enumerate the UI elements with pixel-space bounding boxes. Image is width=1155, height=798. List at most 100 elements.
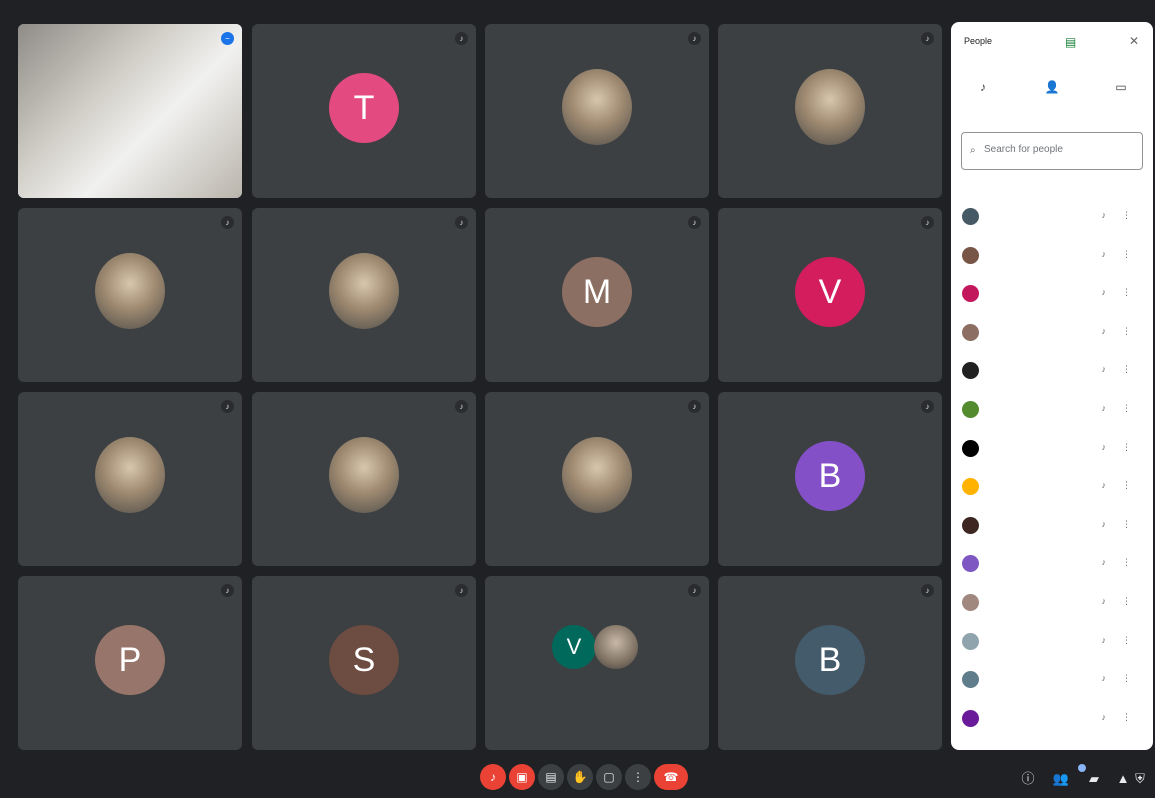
- mic-muted-icon[interactable]: ♪: [1102, 596, 1107, 606]
- more-options-icon[interactable]: ⋮: [1122, 249, 1131, 260]
- mic-muted-icon[interactable]: ♪: [1102, 519, 1107, 529]
- mic-muted-icon: ♪: [688, 400, 701, 413]
- bottom-bar: ♪ ▣ ▤ ✋ ▢ ⋮ ☎ ⓘ 👥 ▰ ▲ ⛨: [0, 752, 1155, 798]
- activities-button[interactable]: ▲: [1114, 770, 1132, 788]
- person-avatar: [962, 323, 979, 341]
- more-options-icon[interactable]: ⋮: [1122, 596, 1131, 607]
- participant-tile[interactable]: ♪: [718, 24, 942, 198]
- mic-muted-icon[interactable]: ♪: [1102, 403, 1107, 413]
- close-icon[interactable]: ✕: [1129, 34, 1139, 48]
- participant-tile[interactable]: ♪: [252, 392, 476, 566]
- participant-tile[interactable]: ♪: [485, 24, 709, 198]
- participant-tile[interactable]: ♪: [18, 392, 242, 566]
- add-people-action[interactable]: 👤: [1020, 80, 1084, 100]
- mic-muted-icon[interactable]: ♪: [1102, 557, 1107, 567]
- participant-avatar: [95, 437, 165, 513]
- present-button[interactable]: ▢: [596, 764, 622, 790]
- tile-menu-icon[interactable]: −: [221, 32, 234, 45]
- person-row[interactable]: ♪ ⋮: [951, 700, 1153, 739]
- person-avatar: [962, 709, 979, 727]
- leave-call-button[interactable]: ☎: [654, 764, 688, 790]
- participant-tile[interactable]: P ♪: [18, 576, 242, 750]
- participant-tile[interactable]: ♪: [485, 392, 709, 566]
- mic-muted-icon[interactable]: ♪: [1102, 635, 1107, 645]
- participant-tile[interactable]: B ♪: [718, 576, 942, 750]
- participant-tile[interactable]: T ♪: [252, 24, 476, 198]
- mic-muted-icon[interactable]: ♪: [1102, 480, 1107, 490]
- more-options-icon[interactable]: ⋮: [1122, 403, 1131, 414]
- more-options-icon[interactable]: ⋮: [1122, 635, 1131, 646]
- document-icon[interactable]: ▤: [1065, 35, 1076, 49]
- more-options-icon[interactable]: ⋮: [1122, 712, 1131, 723]
- participant-avatar: T: [329, 73, 399, 143]
- person-row[interactable]: ♪ ⋮: [951, 430, 1153, 469]
- raise-hand-button[interactable]: ✋: [567, 764, 593, 790]
- shield-icon: ⛨: [1135, 771, 1145, 786]
- person-row[interactable]: ♪ ⋮: [951, 391, 1153, 430]
- participant-avatar: B: [795, 441, 865, 511]
- person-row[interactable]: ♪ ⋮: [951, 314, 1153, 353]
- mic-muted-icon: ♪: [455, 216, 468, 229]
- mic-muted-icon: ♪: [921, 584, 934, 597]
- security-button[interactable]: ⛨: [1131, 770, 1149, 788]
- person-avatar: [962, 208, 979, 225]
- participant-avatar: [562, 69, 632, 145]
- search-input[interactable]: ⌕ Search for people: [961, 132, 1143, 170]
- person-row[interactable]: ♪ ⋮: [951, 661, 1153, 700]
- mute-all-action[interactable]: ♪: [951, 80, 1015, 100]
- person-row[interactable]: ♪ ⋮: [951, 275, 1153, 314]
- more-options-icon[interactable]: ⋮: [1122, 326, 1131, 337]
- more-options-button[interactable]: ⋮: [625, 764, 651, 790]
- mic-muted-icon[interactable]: ♪: [1102, 210, 1107, 220]
- more-options-icon[interactable]: ⋮: [1122, 210, 1131, 221]
- person-row[interactable]: ♪ ⋮: [951, 352, 1153, 391]
- mic-muted-icon[interactable]: ♪: [1102, 442, 1107, 452]
- person-row[interactable]: ♪ ⋮: [951, 507, 1153, 546]
- participant-tile[interactable]: −: [18, 24, 242, 198]
- mic-muted-icon: ♪: [688, 216, 701, 229]
- mic-muted-icon[interactable]: ♪: [1102, 712, 1107, 722]
- info-button[interactable]: ⓘ: [1019, 770, 1037, 788]
- more-options-icon[interactable]: ⋮: [1122, 557, 1131, 568]
- person-row[interactable]: ♪ ⋮: [951, 198, 1153, 237]
- participant-tile[interactable]: S ♪: [252, 576, 476, 750]
- person-avatar: [962, 439, 979, 457]
- chat-button[interactable]: ▰: [1085, 770, 1103, 788]
- host-controls-action[interactable]: ▭: [1089, 80, 1153, 100]
- person-row[interactable]: ♪ ⋮: [951, 584, 1153, 623]
- person-avatar: [962, 246, 979, 264]
- participant-tile[interactable]: M ♪: [485, 208, 709, 382]
- call-controls: ♪ ▣ ▤ ✋ ▢ ⋮ ☎: [480, 764, 690, 792]
- person-avatar: [962, 362, 979, 380]
- participant-tile[interactable]: B ♪: [718, 392, 942, 566]
- mic-muted-icon[interactable]: ♪: [1102, 673, 1107, 683]
- right-controls: ⓘ 👥 ▰ ▲ ⛨: [1019, 764, 1145, 790]
- activities-icon: ▲: [1116, 771, 1130, 786]
- participant-tile[interactable]: ♪: [252, 208, 476, 382]
- mic-muted-icon[interactable]: ♪: [1102, 249, 1107, 259]
- camera-off-button[interactable]: ▣: [509, 764, 535, 790]
- person-row[interactable]: ♪ ⋮: [951, 237, 1153, 276]
- more-options-icon[interactable]: ⋮: [1122, 673, 1131, 684]
- mic-muted-icon[interactable]: ♪: [1102, 364, 1107, 374]
- mic-muted-icon: ♪: [688, 584, 701, 597]
- more-options-icon[interactable]: ⋮: [1122, 364, 1131, 375]
- people-button[interactable]: 👥: [1052, 770, 1070, 788]
- person-avatar: [962, 555, 979, 573]
- more-options-icon[interactable]: ⋮: [1122, 519, 1131, 530]
- microphone-off-button[interactable]: ♪: [480, 764, 506, 790]
- person-row[interactable]: ♪ ⋮: [951, 468, 1153, 507]
- person-row[interactable]: ♪ ⋮: [951, 545, 1153, 584]
- mic-muted-icon: ♪: [455, 32, 468, 45]
- people-panel: People ▤ ✕ ♪ 👤 ▭ ⌕ Search for people ♪ ⋮ ♪…: [951, 22, 1153, 750]
- captions-button[interactable]: ▤: [538, 764, 564, 790]
- more-options-icon[interactable]: ⋮: [1122, 442, 1131, 453]
- participant-tile[interactable]: ♪: [18, 208, 242, 382]
- mic-muted-icon[interactable]: ♪: [1102, 326, 1107, 336]
- mic-muted-icon[interactable]: ♪: [1102, 287, 1107, 297]
- participant-tile[interactable]: V ♪: [485, 576, 709, 750]
- more-options-icon[interactable]: ⋮: [1122, 287, 1131, 298]
- more-options-icon[interactable]: ⋮: [1122, 480, 1131, 491]
- participant-tile[interactable]: V ♪: [718, 208, 942, 382]
- person-row[interactable]: ♪ ⋮: [951, 623, 1153, 662]
